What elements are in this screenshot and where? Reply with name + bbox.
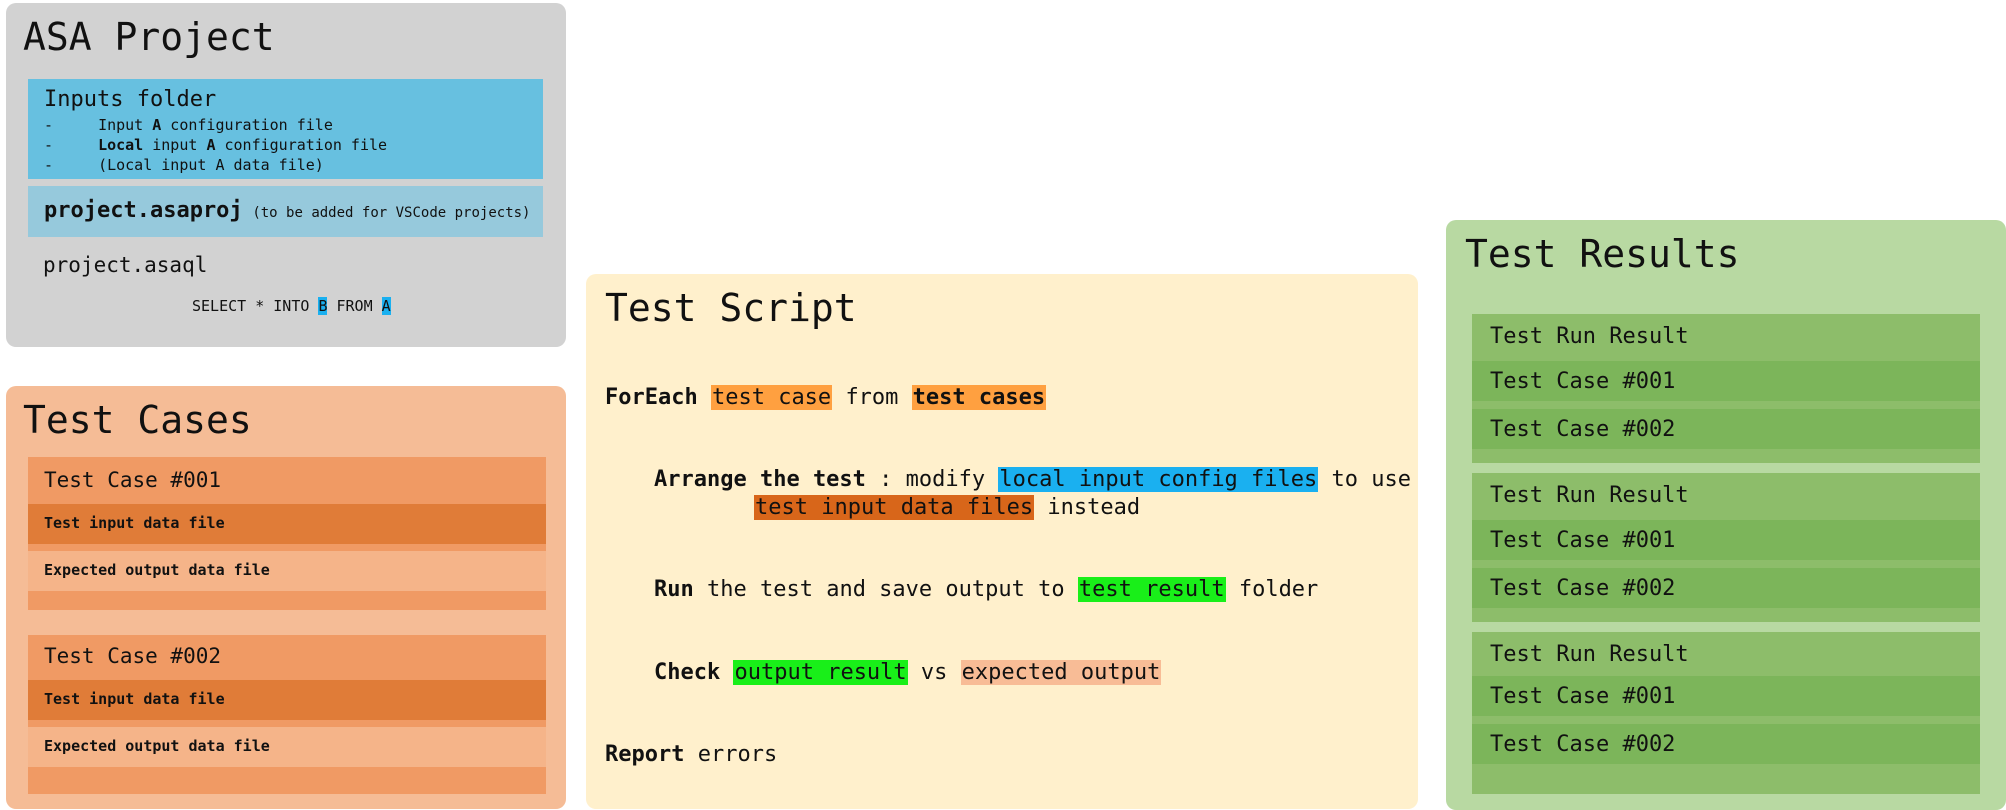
report-line: Report errors	[605, 742, 777, 767]
test-run-header: Test Run Result	[1472, 632, 1980, 676]
test-run-header: Test Run Result	[1472, 314, 1980, 358]
arrange-line: Arrange the test : modify local input co…	[654, 467, 1411, 492]
inputs-item-1: - Input A configuration file	[44, 116, 333, 134]
test-result-case: Test Case #001	[1472, 361, 1980, 401]
asaproj-filename: project.asaproj	[44, 198, 243, 223]
check-line: Check output result vs expected output	[654, 660, 1162, 685]
expected-output-row: Expected output data file	[28, 551, 546, 591]
inputs-item-3: - (Local input A data file)	[44, 156, 324, 174]
list-dash: -	[44, 116, 54, 134]
test-run-label: Test Run Result	[1490, 642, 1689, 667]
highlight-expected-output: expected output	[960, 660, 1162, 685]
asa-project-title: ASA Project	[23, 15, 275, 59]
script-text: from	[845, 385, 899, 410]
item-bold: A	[152, 116, 162, 134]
test-cases-title: Test Cases	[23, 398, 252, 442]
item-text: (Local input A data file)	[98, 156, 324, 174]
inputs-item-2: - Local input A configuration file	[44, 136, 387, 154]
test-result-case: Test Case #002	[1472, 724, 1980, 764]
test-results-title: Test Results	[1465, 232, 1740, 276]
expected-output-row: Expected output data file	[28, 727, 546, 767]
highlight-test-result: test result	[1077, 577, 1226, 602]
test-case-name: Test Case #001	[44, 468, 222, 492]
test-result-case: Test Case #002	[1472, 568, 1980, 608]
highlight-test-input-data: test input data files	[754, 495, 1035, 520]
query-text: SELECT * INTO	[192, 297, 319, 315]
script-text: instead	[1047, 495, 1141, 520]
script-text: folder	[1238, 577, 1319, 602]
asaql-filename: project.asaql	[43, 253, 208, 277]
test-input-row: Test input data file	[28, 504, 546, 544]
test-result-case: Test Case #001	[1472, 520, 1980, 560]
test-result-case-label: Test Case #002	[1490, 732, 1676, 757]
script-text: the test and save output to	[707, 577, 1065, 602]
test-result-case-label: Test Case #001	[1490, 528, 1676, 553]
test-result-case-label: Test Case #001	[1490, 684, 1676, 709]
script-text: to use	[1331, 467, 1412, 492]
keyword: ForEach	[605, 385, 698, 410]
test-run-result-group: Test Run Result Test Case #001 Test Case…	[1472, 632, 1980, 794]
expected-output-label: Expected output data file	[44, 561, 270, 579]
list-dash: -	[44, 136, 54, 154]
script-text: vs	[920, 660, 948, 685]
foreach-line: ForEach test case from test cases	[605, 385, 1047, 410]
test-input-row: Test input data file	[28, 680, 546, 720]
keyword: Report	[605, 742, 685, 767]
test-cases-panel: Test Cases Test Case #001 Test input dat…	[6, 386, 566, 809]
test-run-result-group: Test Run Result Test Case #001 Test Case…	[1472, 314, 1980, 463]
keyword: Arrange the test	[654, 467, 866, 492]
highlight-output-result: output result	[733, 660, 908, 685]
query-input: A	[381, 297, 391, 315]
test-result-case: Test Case #002	[1472, 409, 1980, 449]
list-dash: -	[44, 156, 54, 174]
test-run-result-group: Test Run Result Test Case #001 Test Case…	[1472, 473, 1980, 622]
asaql-query: SELECT * INTO B FROM A	[192, 297, 391, 315]
highlight-test-cases: test cases	[911, 385, 1047, 410]
asaproj-line: project.asaproj (to be added for VSCode …	[44, 198, 530, 223]
test-script-title: Test Script	[605, 286, 857, 330]
test-result-case-label: Test Case #001	[1490, 369, 1676, 394]
test-result-case-label: Test Case #002	[1490, 417, 1676, 442]
inputs-folder-title: Inputs folder	[44, 87, 217, 112]
highlight-local-input-config: local input config files	[998, 467, 1319, 492]
run-line: Run the test and save output to test res…	[654, 577, 1318, 602]
test-script-panel: Test Script ForEach test case from test …	[586, 274, 1418, 809]
inputs-folder-box: Inputs folder - Input A configuration fi…	[28, 79, 543, 179]
test-result-case-label: Test Case #002	[1490, 576, 1676, 601]
keyword: Run	[654, 577, 694, 602]
test-input-label: Test input data file	[44, 690, 225, 708]
item-text: Input	[98, 116, 153, 134]
test-run-header: Test Run Result	[1472, 473, 1980, 517]
item-text: configuration file	[215, 136, 388, 154]
asa-project-panel: ASA Project Inputs folder - Input A conf…	[6, 3, 566, 347]
test-result-case: Test Case #001	[1472, 676, 1980, 716]
test-case-box: Test Case #001 Test input data file Expe…	[28, 457, 546, 610]
query-text: FROM	[327, 297, 382, 315]
script-text: errors	[697, 742, 778, 767]
expected-output-label: Expected output data file	[44, 737, 270, 755]
keyword: Check	[654, 660, 721, 685]
test-run-label: Test Run Result	[1490, 324, 1689, 349]
test-case-name: Test Case #002	[44, 644, 222, 668]
test-case-box: Test Case #002 Test input data file Expe…	[28, 635, 546, 794]
asaproj-box: project.asaproj (to be added for VSCode …	[28, 186, 543, 237]
test-input-label: Test input data file	[44, 514, 225, 532]
asaproj-note: (to be added for VSCode projects)	[252, 205, 531, 221]
highlight-test-case: test case	[710, 385, 833, 410]
item-bold: Local	[98, 136, 144, 154]
test-results-panel: Test Results Test Run Result Test Case #…	[1446, 220, 2006, 810]
item-text: configuration file	[161, 116, 333, 134]
arrange-line-2: test input data files instead	[754, 495, 1140, 520]
test-run-label: Test Run Result	[1490, 483, 1689, 508]
item-text: input	[143, 136, 207, 154]
script-text: : modify	[879, 467, 986, 492]
